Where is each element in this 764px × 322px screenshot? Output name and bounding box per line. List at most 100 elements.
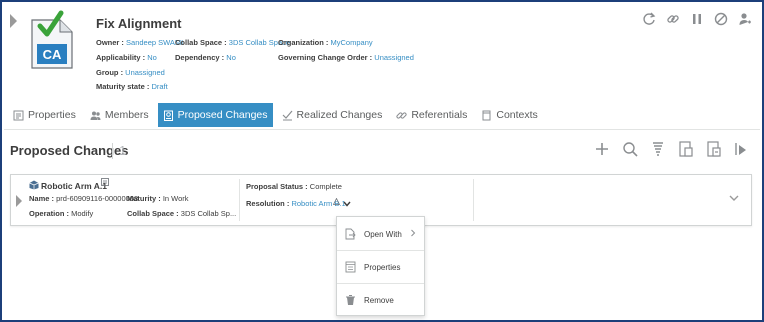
card-name-value: prd-60909116-00000003 bbox=[56, 194, 139, 203]
group-label: Group : bbox=[96, 68, 124, 77]
collab-space-field: Collab Space : 3DS Collab Space bbox=[175, 38, 290, 47]
ca-icon-label: CA bbox=[43, 47, 62, 62]
link-icon[interactable] bbox=[666, 12, 680, 26]
product-icon bbox=[29, 180, 39, 190]
tab-realized-changes[interactable]: Realized Changes bbox=[277, 103, 388, 127]
insert-icon[interactable] bbox=[734, 140, 750, 158]
maturity-state-label: Maturity state : bbox=[96, 82, 150, 91]
card-operation-field: Operation : Modify bbox=[29, 209, 93, 218]
change-action-icon: CA bbox=[31, 10, 73, 69]
section-toolbar bbox=[594, 140, 750, 158]
tab-referentials-label: Referentials bbox=[411, 109, 468, 121]
tab-properties[interactable]: Properties bbox=[8, 103, 81, 127]
properties-icon bbox=[13, 110, 24, 120]
dependency-label: Dependency : bbox=[175, 53, 225, 62]
owner-label: Owner : bbox=[96, 38, 124, 47]
menu-item-properties-label: Properties bbox=[364, 262, 401, 272]
owner-field: Owner : Sandeep SWAMI bbox=[96, 38, 183, 47]
card-maturity-value: In Work bbox=[162, 194, 189, 203]
add-icon[interactable] bbox=[594, 140, 610, 158]
group-field: Group : Unassigned bbox=[96, 68, 165, 77]
card-status-field: Proposal Status : Complete bbox=[246, 182, 342, 191]
contexts-icon bbox=[482, 110, 491, 120]
card-title[interactable]: Robotic Arm A.1 bbox=[41, 181, 107, 191]
refresh-icon[interactable] bbox=[642, 12, 656, 26]
tab-contexts-label: Contexts bbox=[496, 109, 538, 121]
card-resolution-field: Resolution : Robotic Arm B.1 bbox=[246, 199, 346, 208]
organization-field: Organization : MyCompany bbox=[278, 38, 373, 47]
dependency-link[interactable]: No bbox=[226, 53, 236, 62]
card-expand-down-chevron-icon[interactable] bbox=[729, 193, 739, 203]
tabs-divider bbox=[4, 129, 760, 130]
section-title-separator bbox=[112, 143, 113, 159]
maturity-state-link[interactable]: Draft bbox=[151, 82, 167, 91]
search-icon[interactable] bbox=[622, 140, 638, 158]
tab-contexts[interactable]: Contexts bbox=[476, 103, 542, 127]
cancel-icon[interactable] bbox=[714, 12, 728, 26]
governing-change-order-label: Governing Change Order : bbox=[278, 53, 373, 62]
paste-icon[interactable] bbox=[678, 140, 694, 158]
tab-members[interactable]: Members bbox=[85, 103, 154, 127]
card-operation-value: Modify bbox=[71, 209, 94, 218]
governing-change-order-field: Governing Change Order : Unassigned bbox=[278, 53, 414, 62]
card-operation-label: Operation : bbox=[29, 209, 70, 218]
menu-item-remove-label: Remove bbox=[364, 295, 394, 305]
card-collab-field: Collab Space : 3DS Collab Sp... bbox=[127, 209, 236, 218]
menu-item-open-with[interactable]: Open With bbox=[337, 218, 424, 250]
page-title: Fix Alignment bbox=[96, 16, 182, 31]
members-icon bbox=[90, 111, 101, 120]
dependency-field: Dependency : No bbox=[175, 53, 236, 62]
section-title: Proposed Changes bbox=[10, 143, 129, 158]
header-expand-chevron-icon[interactable] bbox=[10, 14, 17, 28]
tab-realized-changes-label: Realized Changes bbox=[296, 109, 383, 121]
maturity-state-field: Maturity state : Draft bbox=[96, 82, 168, 91]
organization-link[interactable]: MyCompany bbox=[331, 38, 373, 47]
collab-space-label: Collab Space : bbox=[175, 38, 227, 47]
applicability-label: Applicability : bbox=[96, 53, 146, 62]
governing-change-order-link[interactable]: Unassigned bbox=[374, 53, 414, 62]
card-column-divider bbox=[239, 179, 240, 221]
card-collab-label: Collab Space : bbox=[127, 209, 179, 218]
resolution-lock-icon bbox=[333, 198, 340, 205]
tab-referentials[interactable]: Referentials bbox=[391, 103, 472, 127]
applicability-field: Applicability : No bbox=[96, 53, 157, 62]
card-status-label: Proposal Status : bbox=[246, 182, 308, 191]
card-resolution-label: Resolution : bbox=[246, 199, 290, 208]
section-count: 1 bbox=[119, 143, 127, 158]
trash-icon bbox=[346, 295, 355, 305]
tab-bar: Properties Members Proposed Changes Real… bbox=[8, 103, 547, 127]
card-name-label: Name : bbox=[29, 194, 55, 203]
menu-item-remove[interactable]: Remove bbox=[337, 284, 424, 316]
proposed-changes-icon bbox=[163, 110, 173, 121]
organization-label: Organization : bbox=[278, 38, 329, 47]
applicability-link[interactable]: No bbox=[147, 53, 157, 62]
header-actions bbox=[642, 12, 752, 26]
card-expand-chevron-icon[interactable] bbox=[16, 195, 22, 207]
tab-proposed-changes[interactable]: Proposed Changes bbox=[157, 103, 273, 127]
filter-icon[interactable] bbox=[650, 140, 666, 158]
submenu-chevron-right-icon bbox=[411, 229, 416, 237]
resolution-dropdown-chevron-icon[interactable] bbox=[343, 201, 351, 207]
tab-properties-label: Properties bbox=[28, 109, 76, 121]
card-collab-value: 3DS Collab Sp... bbox=[180, 209, 237, 218]
card-column-divider bbox=[473, 179, 474, 221]
context-menu: Open With Properties Remove bbox=[336, 216, 425, 316]
realized-changes-icon bbox=[282, 110, 292, 120]
app-frame: CA Fix Alignment Owner : Sandeep SWAMI C… bbox=[0, 0, 764, 322]
tab-members-label: Members bbox=[104, 109, 149, 121]
edit-note-icon bbox=[101, 178, 109, 186]
tab-proposed-changes-label: Proposed Changes bbox=[177, 109, 268, 121]
card-maturity-label: Maturity : bbox=[127, 194, 161, 203]
group-link[interactable]: Unassigned bbox=[125, 68, 165, 77]
menu-item-open-with-label: Open With bbox=[364, 229, 402, 239]
card-maturity-field: Maturity : In Work bbox=[127, 194, 189, 203]
properties-icon bbox=[345, 261, 356, 273]
referentials-icon bbox=[396, 111, 407, 119]
card-name-field: Name : prd-60909116-00000003 bbox=[29, 194, 138, 203]
open-with-icon bbox=[345, 228, 356, 240]
pause-icon[interactable] bbox=[690, 12, 704, 26]
assign-user-icon[interactable] bbox=[738, 12, 752, 26]
card-status-value: Complete bbox=[309, 182, 342, 191]
menu-item-properties[interactable]: Properties bbox=[337, 251, 424, 283]
paste-special-icon[interactable] bbox=[706, 140, 722, 158]
